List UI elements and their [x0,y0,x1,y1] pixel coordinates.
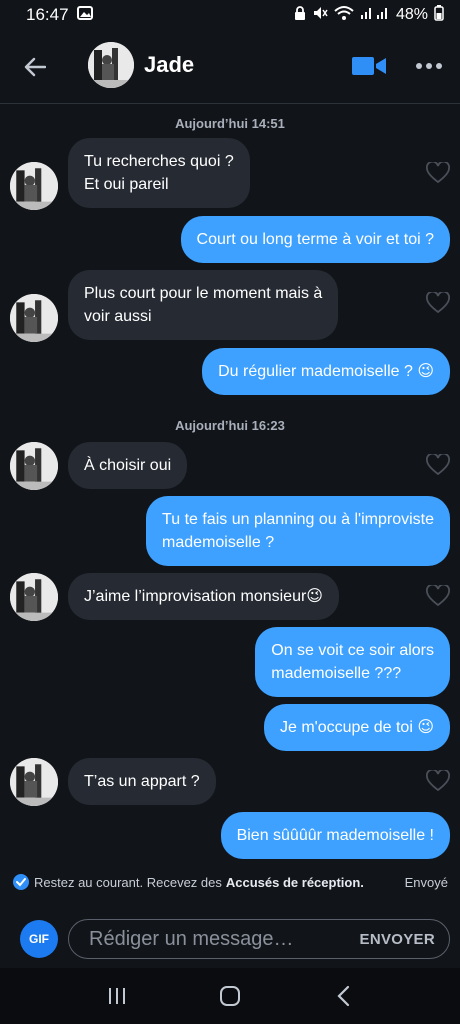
sender-avatar[interactable] [10,442,58,490]
battery-icon [434,4,444,26]
message-input-box[interactable]: ENVOYER [68,919,450,959]
receipts-link[interactable]: Accusés de réception. [226,875,364,890]
chevron-left-icon [337,985,350,1007]
contact-avatar[interactable] [88,42,134,88]
date-separator: Aujourd’hui 14:51 [175,116,285,131]
read-receipt-check-icon [13,874,29,890]
like-heart-icon[interactable] [426,583,450,607]
wifi-icon [334,5,354,26]
sent-status: Envoyé [404,874,448,890]
contact-name[interactable]: Jade [144,52,194,78]
system-nav-bar [0,968,460,1024]
mute-icon [312,5,328,26]
like-heart-icon[interactable] [426,452,450,476]
incoming-message[interactable]: Plus court pour le moment mais à voir au… [68,270,339,340]
outgoing-message[interactable]: Du régulier mademoiselle ? 😉 [202,348,450,395]
back-arrow-icon [24,57,46,77]
incoming-message[interactable]: J’aime l’improvisation monsieur😉 [68,573,339,620]
home-icon [219,986,240,1006]
sender-avatar[interactable] [10,162,58,210]
chat-header: Jade [0,30,460,104]
receipts-text: Restez au courant. Recevez des [34,874,222,890]
recent-apps-button[interactable] [102,981,132,1011]
message-list[interactable]: Aujourd’hui 14:51 Tu recherches quoi ? E… [0,104,460,864]
gallery-notification-icon [76,5,93,25]
incoming-message[interactable]: Tu recherches quoi ? Et oui pareil [68,138,250,208]
battery-level: 48% [395,6,428,23]
more-options-button[interactable] [414,54,444,78]
video-camera-icon [352,57,386,75]
like-heart-icon[interactable] [426,290,450,314]
incoming-message[interactable]: À choisir oui [68,442,188,489]
outgoing-message[interactable]: Court ou long terme à voir et toi ? [180,216,450,263]
status-time: 16:47 [26,5,69,24]
lock-icon [294,5,306,26]
recent-apps-icon [108,988,125,1004]
home-button[interactable] [215,981,245,1011]
video-call-button[interactable] [352,54,386,78]
outgoing-message[interactable]: Tu te fais un planning ou à l'improviste… [146,496,450,566]
outgoing-message[interactable]: Bien sûûûûr mademoiselle ! [220,812,450,859]
gif-button[interactable]: GIF [20,920,58,958]
signal-icon [360,6,390,25]
read-receipts-banner[interactable]: Restez au courant. Recevez des Accusés d… [0,868,460,896]
message-input[interactable] [87,926,360,952]
like-heart-icon[interactable] [426,768,450,792]
sender-avatar[interactable] [10,758,58,806]
more-dots-icon [416,63,422,69]
send-button[interactable]: ENVOYER [360,931,435,948]
sender-avatar[interactable] [10,294,58,342]
sender-avatar[interactable] [10,573,58,621]
date-separator: Aujourd’hui 16:23 [175,418,285,433]
back-button[interactable] [20,52,50,82]
like-heart-icon[interactable] [426,160,450,184]
incoming-message[interactable]: T’as un appart ? [68,758,216,805]
outgoing-message[interactable]: Je m'occupe de toi 😉 [263,704,450,751]
system-back-button[interactable] [328,981,358,1011]
status-bar: 16:47 48% [0,0,460,30]
message-composer: GIF ENVOYER [0,910,460,968]
outgoing-message[interactable]: On se voit ce soir alors mademoiselle ??… [255,627,450,697]
